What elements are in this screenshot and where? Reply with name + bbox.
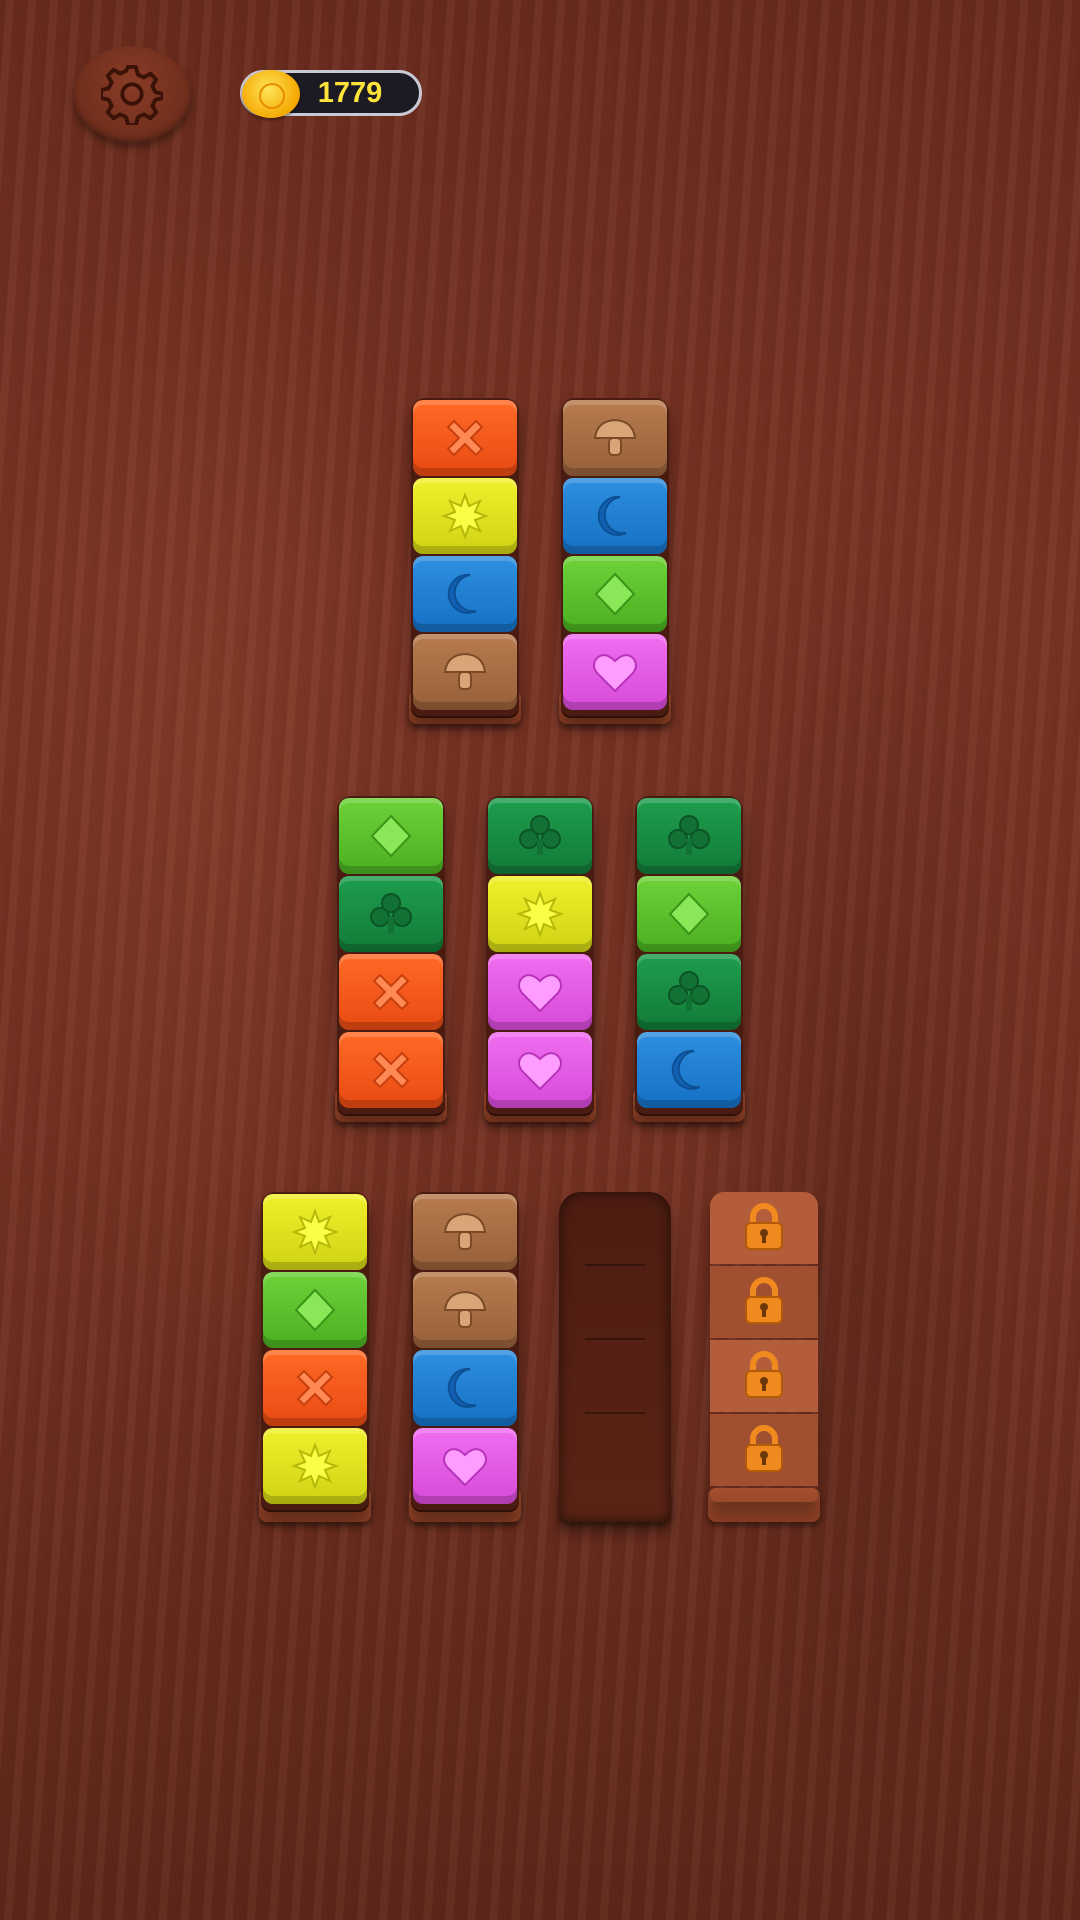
moon-icon (438, 1361, 492, 1415)
club-icon (662, 965, 716, 1019)
game-board: 1779 (0, 0, 1080, 1920)
locked-slot (710, 1414, 818, 1486)
moon-icon (438, 567, 492, 621)
slot-divider (585, 1264, 645, 1266)
cross-icon (364, 1043, 418, 1097)
block-yellow-star (413, 478, 517, 554)
tube-2[interactable] (561, 398, 669, 716)
block-blue-moon (637, 1032, 741, 1108)
cross-icon (288, 1361, 342, 1415)
tube-6[interactable] (261, 1192, 369, 1510)
locked-tube[interactable] (710, 1192, 818, 1502)
block-orange-cross (413, 400, 517, 476)
diamond-icon (588, 567, 642, 621)
star-icon (438, 489, 492, 543)
locked-slot (710, 1192, 818, 1264)
star-icon (513, 887, 567, 941)
block-dgreen-club (339, 876, 443, 952)
diamond-icon (288, 1283, 342, 1337)
block-pink-heart (488, 954, 592, 1030)
slot-divider (585, 1412, 645, 1414)
cross-icon (364, 965, 418, 1019)
block-blue-moon (413, 556, 517, 632)
star-icon (288, 1205, 342, 1259)
empty-tube[interactable] (559, 1192, 671, 1522)
block-blue-moon (413, 1350, 517, 1426)
club-icon (662, 809, 716, 863)
block-dgreen-club (637, 954, 741, 1030)
block-brown-mushroom (563, 400, 667, 476)
tube-7[interactable] (411, 1192, 519, 1510)
block-dgreen-club (488, 798, 592, 874)
cross-icon (438, 411, 492, 465)
block-dgreen-club (637, 798, 741, 874)
block-lime-diamond (339, 798, 443, 874)
block-brown-mushroom (413, 1272, 517, 1348)
heart-icon (588, 645, 642, 699)
block-lime-diamond (637, 876, 741, 952)
block-orange-cross (339, 1032, 443, 1108)
block-brown-mushroom (413, 1194, 517, 1270)
mushroom-icon (588, 411, 642, 465)
lock-icon (737, 1349, 791, 1403)
mushroom-icon (438, 1205, 492, 1259)
tube-1[interactable] (411, 398, 519, 716)
lock-icon (737, 1201, 791, 1255)
block-yellow-star (488, 876, 592, 952)
block-yellow-star (263, 1194, 367, 1270)
coin-icon (242, 70, 300, 118)
heart-icon (513, 965, 567, 1019)
block-blue-moon (563, 478, 667, 554)
block-orange-cross (263, 1350, 367, 1426)
block-lime-diamond (263, 1272, 367, 1348)
club-icon (513, 809, 567, 863)
block-orange-cross (339, 954, 443, 1030)
heart-icon (513, 1043, 567, 1097)
diamond-icon (364, 809, 418, 863)
tube-3[interactable] (337, 796, 445, 1114)
block-yellow-star (263, 1428, 367, 1504)
slot-divider (585, 1338, 645, 1340)
locked-slot (710, 1340, 818, 1412)
moon-icon (662, 1043, 716, 1097)
mushroom-icon (438, 1283, 492, 1337)
tube-4[interactable] (486, 796, 594, 1114)
lock-icon (737, 1275, 791, 1329)
block-pink-heart (413, 1428, 517, 1504)
gear-icon (101, 63, 163, 125)
heart-icon (438, 1439, 492, 1493)
block-pink-heart (563, 634, 667, 710)
club-icon (364, 887, 418, 941)
locked-slot (710, 1266, 818, 1338)
settings-button[interactable] (73, 46, 191, 142)
diamond-icon (662, 887, 716, 941)
block-brown-mushroom (413, 634, 517, 710)
block-pink-heart (488, 1032, 592, 1108)
tube-5[interactable] (635, 796, 743, 1114)
star-icon (288, 1439, 342, 1493)
coin-count: 1779 (317, 77, 383, 109)
moon-icon (588, 489, 642, 543)
block-lime-diamond (563, 556, 667, 632)
mushroom-icon (438, 645, 492, 699)
lock-icon (737, 1423, 791, 1477)
